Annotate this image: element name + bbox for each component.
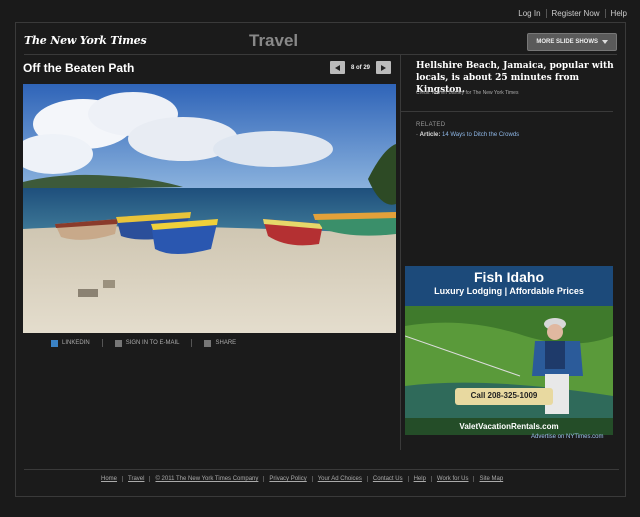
email-share[interactable]: SIGN IN TO E-MAIL — [114, 339, 180, 347]
plus-icon — [204, 339, 212, 347]
share-button[interactable]: SHARE — [204, 339, 237, 347]
arrow-right-icon — [381, 64, 387, 71]
slide-pager: 8 of 29 — [330, 61, 392, 74]
email-label: SIGN IN TO E-MAIL — [125, 340, 180, 346]
nyt-logo[interactable]: The New York Times — [24, 34, 147, 47]
footer-contact[interactable]: Contact Us — [366, 476, 408, 482]
related-heading: RELATED — [416, 122, 446, 128]
arrow-left-icon — [335, 64, 340, 71]
beach-photo — [23, 84, 396, 333]
login-link[interactable]: Log In — [513, 9, 545, 18]
advertisement[interactable]: Fish Idaho Luxury Lodging | Affordable P… — [405, 266, 613, 435]
email-icon — [114, 339, 122, 347]
footer-divider — [24, 469, 619, 470]
masthead: The New York Times Travel MORE SLIDE SHO… — [24, 31, 617, 55]
share-divider — [101, 339, 103, 347]
ad-phone: Call 208-325-1009 — [470, 391, 538, 400]
chevron-down-icon — [602, 40, 608, 44]
ad-subtitle: Luxury Lodging | Affordable Prices — [434, 286, 584, 296]
footer-ad-choices[interactable]: Your Ad Choices — [311, 476, 367, 482]
photo-credit: Credit: Marvin Bartley for The New York … — [416, 90, 519, 96]
related-link[interactable]: 14 Ways to Ditch the Crowds — [442, 132, 519, 138]
related-divider — [401, 111, 613, 112]
related-item: · Article: 14 Ways to Ditch the Crowds — [416, 132, 520, 138]
footer-work[interactable]: Work for Us — [430, 476, 474, 482]
footer-copyright[interactable]: © 2011 The New York Times Company — [149, 476, 263, 482]
footer-travel[interactable]: Travel — [122, 476, 149, 482]
register-link[interactable]: Register Now — [545, 9, 605, 18]
share-label: SHARE — [215, 340, 237, 346]
slide-title: Off the Beaten Path — [23, 61, 135, 75]
section-title[interactable]: Travel — [249, 31, 298, 51]
more-slide-shows-button[interactable]: MORE SLIDE SHOWS — [527, 33, 617, 51]
linkedin-icon — [51, 339, 58, 347]
footer-sitemap[interactable]: Site Map — [473, 476, 508, 482]
slideshow-frame: The New York Times Travel MORE SLIDE SHO… — [15, 22, 626, 497]
footer-privacy[interactable]: Privacy Policy — [263, 476, 311, 482]
ad-url: ValetVacationRentals.com — [459, 422, 559, 431]
footer-help[interactable]: Help — [407, 476, 431, 482]
slide-photo[interactable] — [23, 84, 396, 333]
column-divider — [400, 55, 401, 450]
next-slide-button[interactable] — [376, 61, 392, 74]
related-type: Article: — [419, 132, 441, 138]
linkedin-share[interactable]: LINKEDIN — [51, 339, 90, 347]
advertise-link[interactable]: Advertise on NYTimes.com — [531, 434, 603, 440]
linkedin-label: LINKEDIN — [62, 340, 90, 346]
more-slide-shows-label: MORE SLIDE SHOWS — [536, 39, 598, 45]
ad-title: Fish Idaho — [474, 269, 544, 285]
share-bar: LINKEDIN SIGN IN TO E-MAIL SHARE — [51, 339, 236, 347]
footer-home[interactable]: Home — [96, 476, 122, 482]
footer-links: Home Travel © 2011 The New York Times Co… — [96, 476, 508, 482]
top-nav: Log In Register Now Help — [513, 9, 632, 18]
share-divider — [191, 339, 193, 347]
help-link[interactable]: Help — [604, 9, 632, 18]
prev-slide-button[interactable] — [330, 61, 345, 74]
slide-counter: 8 of 29 — [351, 64, 371, 71]
